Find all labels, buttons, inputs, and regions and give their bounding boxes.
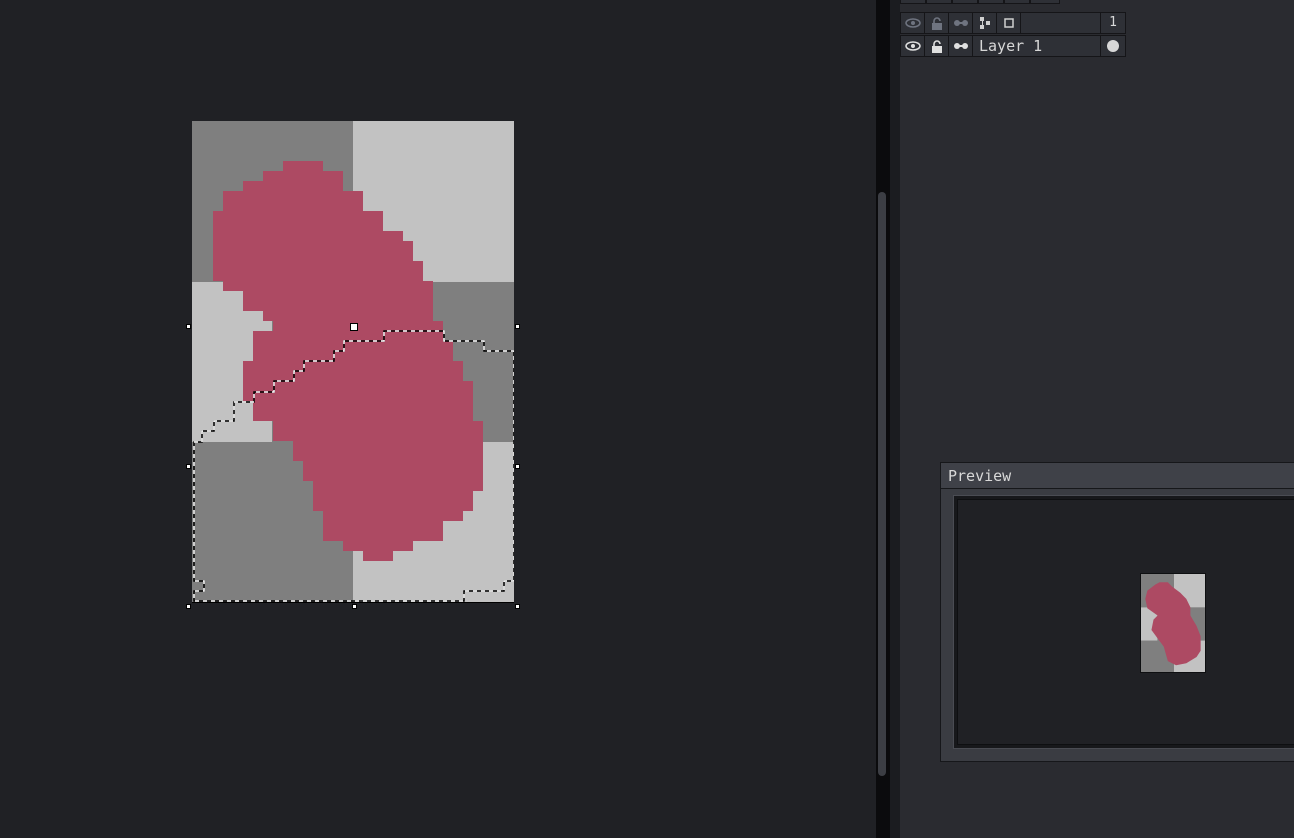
- canvas-workspace[interactable]: [0, 0, 876, 838]
- square-icon[interactable]: [996, 12, 1021, 34]
- transform-handle-mid-left[interactable]: [186, 324, 191, 329]
- eye-icon[interactable]: [900, 12, 925, 34]
- preview-window: Preview: [940, 462, 1294, 762]
- cel-cell[interactable]: [1100, 35, 1126, 57]
- transform-handle-bottom-center[interactable]: [352, 604, 357, 609]
- layer-tree-icon[interactable]: [972, 12, 997, 34]
- layers-header-row: 1: [900, 12, 1126, 34]
- layer-row[interactable]: Layer 1: [900, 35, 1126, 57]
- canvas-vertical-scrollbar[interactable]: [878, 192, 886, 776]
- layer-name[interactable]: Layer 1: [972, 35, 1101, 57]
- sprite-canvas[interactable]: [192, 121, 514, 603]
- preview-title[interactable]: Preview: [941, 463, 1294, 489]
- frame-number[interactable]: 1: [1100, 12, 1126, 34]
- transform-handle-center-right[interactable]: [515, 464, 520, 469]
- continuous-link-icon[interactable]: [948, 12, 973, 34]
- eye-icon[interactable]: [900, 35, 925, 57]
- transform-handle-bottom-left[interactable]: [186, 604, 191, 609]
- transform-handle-bottom-right[interactable]: [515, 604, 520, 609]
- filled-circle-icon: [1107, 40, 1119, 52]
- transform-handle-mid-right[interactable]: [515, 324, 520, 329]
- transform-handle-top-center[interactable]: [350, 323, 358, 331]
- padlock-icon[interactable]: [924, 35, 949, 57]
- continuous-link-icon[interactable]: [948, 35, 973, 57]
- layers-panel: 1 Layer 1: [900, 0, 1126, 60]
- padlock-icon[interactable]: [924, 12, 949, 34]
- preview-frame: [953, 495, 1294, 749]
- transform-handle-center-left[interactable]: [186, 464, 191, 469]
- preview-sprite-thumbnail: [1140, 573, 1206, 673]
- layers-header-spacer: [1020, 12, 1101, 34]
- sprite-image: [192, 121, 514, 603]
- timeline-panel-edge: [890, 0, 900, 838]
- preview-viewport[interactable]: [957, 499, 1294, 745]
